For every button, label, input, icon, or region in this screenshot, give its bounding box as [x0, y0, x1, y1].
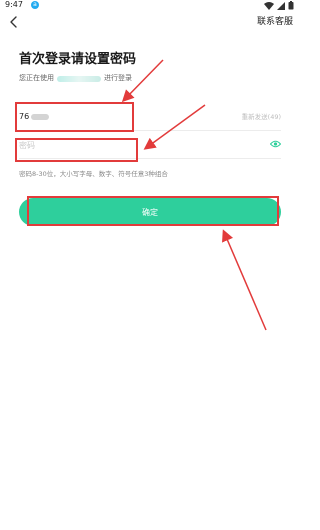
- annotation-arrow-code: [121, 59, 164, 103]
- annotation-arrow-confirm: [222, 229, 267, 331]
- annotation-arrows: [121, 59, 267, 331]
- annotation-arrow-password: [143, 104, 206, 150]
